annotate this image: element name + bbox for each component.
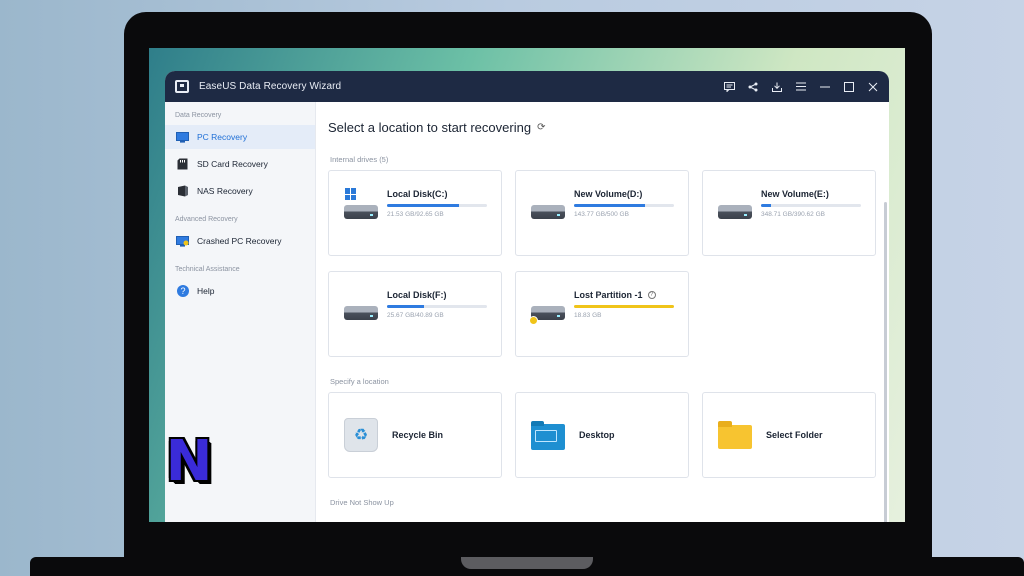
drive-name: Lost Partition -1 ? [574, 290, 674, 300]
drive-usage-bar [761, 204, 861, 207]
sidebar-item-label: PC Recovery [197, 132, 248, 142]
window-title: EaseUS Data Recovery Wizard [199, 81, 342, 92]
drive-usage-bar [574, 305, 674, 308]
laptop-notch [461, 557, 593, 569]
drive-size: 348.71 GB/390.62 GB [761, 211, 825, 218]
sd-card-icon [176, 158, 189, 170]
location-name: Recycle Bin [392, 430, 444, 440]
drive-card-f[interactable]: Local Disk(F:) 25.67 GB/40.89 GB [328, 271, 502, 357]
sidebar-section-advanced-recovery: Advanced Recovery [175, 216, 238, 223]
channel-logo-badge: N [165, 429, 213, 494]
hard-drive-icon [344, 294, 378, 324]
drive-size: 143.77 GB/500 GB [574, 211, 629, 218]
sidebar-item-sd-card-recovery[interactable]: SD Card Recovery [165, 152, 315, 176]
location-name: Desktop [579, 430, 615, 440]
location-name: Select Folder [766, 430, 823, 440]
location-grid: ♻ Recycle Bin Desktop Select Folder [328, 392, 889, 478]
page-title: Select a location to start recovering ⟳ [328, 120, 546, 135]
hard-drive-icon [344, 188, 378, 223]
sidebar-item-label: SD Card Recovery [197, 159, 268, 169]
specify-location-label: Specify a location [330, 377, 389, 386]
crashed-pc-icon [176, 235, 189, 247]
drive-card-lost-partition[interactable]: Lost Partition -1 ? 18.83 GB [515, 271, 689, 357]
share-icon[interactable] [747, 81, 759, 93]
sidebar-item-label: Crashed PC Recovery [197, 236, 282, 246]
laptop-screen: EaseUS Data Recovery Wizard Data Recover… [149, 48, 905, 522]
drive-card-d[interactable]: New Volume(D:) 143.77 GB/500 GB [515, 170, 689, 256]
close-icon[interactable] [867, 81, 879, 93]
download-icon[interactable] [771, 81, 783, 93]
app-logo-icon [175, 80, 189, 93]
drive-card-e[interactable]: New Volume(E:) 348.71 GB/390.62 GB [702, 170, 876, 256]
sidebar-item-crashed-pc-recovery[interactable]: Crashed PC Recovery [165, 229, 315, 253]
sidebar-section-data-recovery: Data Recovery [175, 112, 222, 119]
monitor-icon [176, 131, 189, 143]
title-bar: EaseUS Data Recovery Wizard [165, 71, 889, 102]
location-card-desktop[interactable]: Desktop [515, 392, 689, 478]
drive-usage-bar [387, 204, 487, 207]
sidebar-section-technical-assistance: Technical Assistance [175, 266, 240, 273]
scrollbar[interactable] [884, 202, 887, 522]
drive-name: New Volume(D:) [574, 189, 643, 199]
drive-name: New Volume(E:) [761, 189, 829, 199]
sidebar-item-nas-recovery[interactable]: NAS Recovery [165, 179, 315, 203]
drive-usage-bar [574, 204, 674, 207]
svg-text:?: ? [180, 286, 185, 296]
feedback-icon[interactable] [723, 81, 735, 93]
internal-drives-label: Internal drives (5) [330, 155, 389, 164]
sidebar-item-label: Help [197, 286, 215, 296]
main-content: Select a location to start recovering ⟳ … [316, 102, 889, 522]
drive-size: 25.67 GB/40.89 GB [387, 312, 444, 319]
windows-logo-icon [345, 188, 357, 200]
hard-drive-icon [531, 193, 565, 223]
drive-not-show-up-label: Drive Not Show Up [330, 498, 394, 507]
refresh-icon[interactable]: ⟳ [537, 122, 545, 133]
menu-icon[interactable] [795, 81, 807, 93]
drive-card-c[interactable]: Local Disk(C:) 21.53 GB/92.65 GB [328, 170, 502, 256]
app-window: EaseUS Data Recovery Wizard Data Recover… [165, 71, 889, 522]
hard-drive-icon [718, 193, 752, 223]
help-icon: ? [176, 285, 189, 297]
drive-grid: Local Disk(C:) 21.53 GB/92.65 GB New Vol… [328, 170, 889, 357]
sidebar-item-help[interactable]: ? Help [165, 279, 315, 303]
drive-usage-bar [387, 305, 487, 308]
lost-partition-icon [529, 316, 538, 325]
sidebar-item-label: NAS Recovery [197, 186, 253, 196]
hard-drive-icon [529, 294, 565, 325]
recycle-bin-icon: ♻ [344, 418, 378, 452]
drive-name: Local Disk(F:) [387, 290, 447, 300]
title-controls [723, 81, 879, 93]
minimize-icon[interactable] [819, 81, 831, 93]
location-card-recycle-bin[interactable]: ♻ Recycle Bin [328, 392, 502, 478]
desktop-folder-icon [531, 420, 565, 450]
location-card-select-folder[interactable]: Select Folder [702, 392, 876, 478]
question-icon[interactable]: ? [647, 291, 656, 299]
drive-name: Local Disk(C:) [387, 189, 448, 199]
nas-icon [176, 185, 189, 197]
folder-icon [718, 421, 752, 449]
drive-size: 18.83 GB [574, 312, 602, 319]
sidebar-item-pc-recovery[interactable]: PC Recovery [165, 125, 315, 149]
maximize-icon[interactable] [843, 81, 855, 93]
drive-size: 21.53 GB/92.65 GB [387, 211, 444, 218]
